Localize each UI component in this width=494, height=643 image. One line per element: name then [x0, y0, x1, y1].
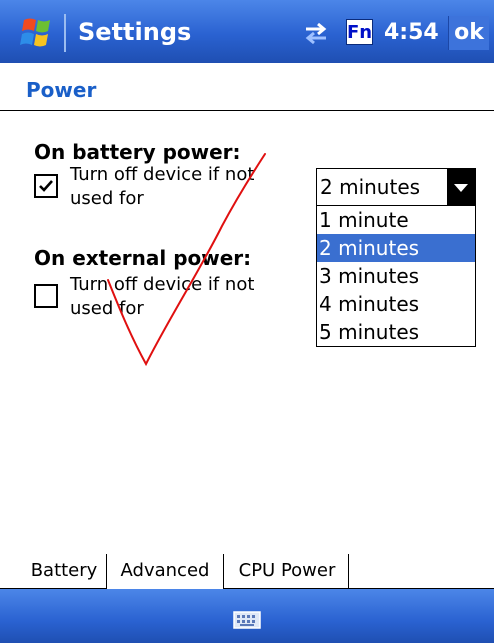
timeout-dropdown-value: 2 minutes [320, 175, 421, 199]
timeout-option-2-minutes[interactable]: 2 minutes [317, 234, 475, 262]
battery-turn-off-checkbox[interactable] [34, 174, 58, 198]
connectivity-arrows-icon[interactable] [303, 20, 329, 46]
timeout-option-1-minute[interactable]: 1 minute [317, 206, 475, 234]
tab-divider [348, 554, 349, 588]
windows-flag-icon[interactable] [18, 16, 58, 50]
title-separator [64, 14, 66, 52]
app-title: Settings [78, 18, 192, 46]
screen: Settings Fn 4:54 ok Power On battery pow… [0, 0, 494, 643]
external-turn-off-checkbox[interactable] [34, 284, 58, 308]
battery-section-heading: On battery power: [34, 140, 241, 164]
timeout-dropdown[interactable]: 2 minutes [316, 168, 476, 206]
timeout-option-3-minutes[interactable]: 3 minutes [317, 262, 475, 290]
external-section-heading: On external power: [34, 246, 252, 270]
timeout-option-5-minutes[interactable]: 5 minutes [317, 318, 475, 346]
timeout-option-4-minutes[interactable]: 4 minutes [317, 290, 475, 318]
clock[interactable]: 4:54 [384, 18, 439, 48]
title-bar: Settings Fn 4:54 ok [0, 0, 494, 63]
tab-advanced[interactable]: Advanced [106, 554, 224, 589]
external-turn-off-label: Turn off device if not used for [70, 274, 255, 319]
keyboard-icon[interactable] [233, 611, 261, 629]
page-title: Power [26, 78, 97, 102]
fn-key-badge[interactable]: Fn [346, 19, 373, 45]
header-divider [0, 110, 494, 111]
timeout-options-list: 1 minute 2 minutes 3 minutes 4 minutes 5… [316, 205, 476, 347]
tab-battery[interactable]: Battery [22, 554, 106, 588]
chevron-down-icon[interactable] [447, 169, 475, 205]
bottom-menu-bar [0, 589, 494, 643]
ok-button[interactable]: ok [448, 16, 489, 50]
tab-cpu-power[interactable]: CPU Power [224, 554, 350, 588]
checkmark-icon [39, 180, 53, 192]
battery-turn-off-label: Turn off device if not used for [70, 164, 255, 209]
